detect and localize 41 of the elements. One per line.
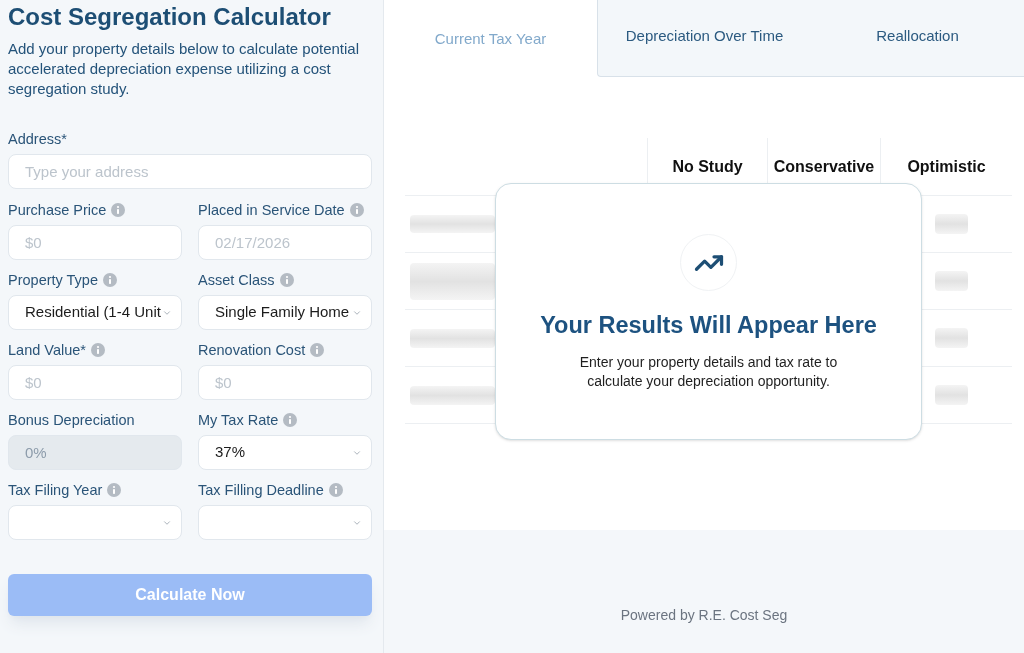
info-icon <box>279 273 294 287</box>
info-icon <box>90 343 105 357</box>
info-icon <box>328 483 343 497</box>
input-field[interactable]: $0 <box>8 225 182 260</box>
empty-state-message: Enter your property details and tax rate to calculate your depreciation opportunity. <box>578 353 839 391</box>
info-icon <box>310 343 325 357</box>
select-field[interactable]: 37% <box>198 435 372 470</box>
skeleton-bar <box>935 385 968 405</box>
field-label: Tax Filing Year <box>8 481 103 499</box>
input-field[interactable]: 02/17/2026 <box>198 225 372 260</box>
info-icon <box>349 203 364 217</box>
select-field[interactable]: Single Family Home <box>198 295 372 330</box>
field-label: My Tax Rate <box>198 411 279 429</box>
select-field[interactable] <box>8 505 182 540</box>
field-label: Purchase Price <box>8 201 107 219</box>
form-title: Cost Segregation Calculator <box>8 3 332 31</box>
input-field[interactable]: Type your address <box>8 154 372 189</box>
form-description: Add your property details below to calculate potential accelerated depreciation expense utilizing a cost segregation study. <box>8 39 360 99</box>
field-label: Renovation Cost <box>198 341 306 359</box>
tab[interactable]: Depreciation Over Time <box>597 0 811 77</box>
field-label: Asset Class <box>198 271 275 289</box>
info-icon <box>107 483 122 497</box>
field-label: Placed in Service Date <box>198 201 345 219</box>
info-icon <box>111 203 126 217</box>
info-icon <box>103 273 117 287</box>
skeleton-bar <box>935 328 968 348</box>
skeleton-bar <box>935 271 968 291</box>
info-icon <box>283 413 298 427</box>
field-label: Property Type <box>8 271 98 289</box>
select-field[interactable] <box>198 505 372 540</box>
footer-text: Powered by R.E. Cost Seg <box>620 606 788 624</box>
select-field[interactable]: Residential (1-4 Unit <box>8 295 182 330</box>
input-field[interactable]: $0 <box>198 365 372 400</box>
field-label: Tax Filling Deadline <box>198 481 324 499</box>
tab[interactable]: Reallocation <box>811 0 1024 77</box>
field-label: Address* <box>8 130 67 148</box>
input-field[interactable]: $0 <box>8 365 182 400</box>
empty-state-title: Your Results Will Appear Here <box>540 311 877 339</box>
field-label: Land Value* <box>8 341 86 359</box>
skeleton-bar <box>935 214 968 234</box>
field-label: Bonus Depreciation <box>8 411 135 429</box>
